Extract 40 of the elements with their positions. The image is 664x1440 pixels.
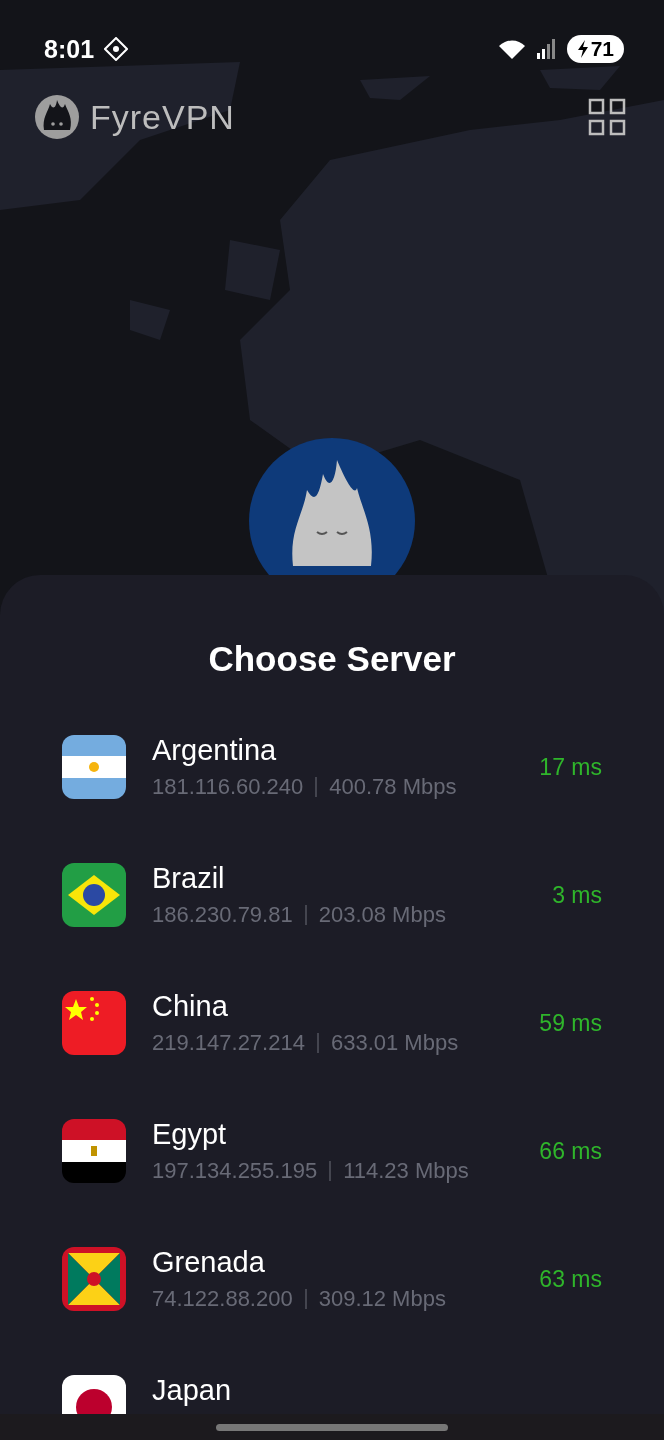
signal-icon [536, 38, 557, 60]
server-row[interactable]: Grenada 74.122.88.200 309.12 Mbps 63 ms [0, 1215, 664, 1343]
ping: 17 ms [539, 753, 602, 781]
speed: 633.01 Mbps [330, 1029, 459, 1056]
speed: 400.78 Mbps [329, 773, 457, 800]
flag-icon [62, 863, 126, 927]
ping: 59 ms [539, 1009, 602, 1037]
country-name: Japan [152, 1374, 232, 1408]
flag-icon [62, 1119, 126, 1183]
ping: 63 ms [539, 1265, 602, 1293]
home-indicator[interactable] [216, 1423, 448, 1431]
country-name: Grenada [152, 1246, 266, 1280]
ping: 3 ms [552, 881, 602, 909]
country-name: China [152, 990, 229, 1024]
ping: 66 ms [539, 1137, 602, 1165]
flame-logo-icon [34, 94, 80, 140]
server-row[interactable]: Egypt 197.134.255.195 114.23 Mbps 66 ms [0, 1087, 664, 1215]
server-row[interactable]: Argentina 181.116.60.240 400.78 Mbps 17 ms [0, 703, 664, 831]
speed: 203.08 Mbps [318, 901, 446, 928]
grid-menu-icon[interactable] [588, 98, 626, 136]
ip-address: 197.134.255.195 [152, 1157, 318, 1184]
battery-indicator: 71 [566, 35, 624, 63]
ip-address: 181.116.60.240 [152, 773, 304, 800]
clock: 8:01 [44, 34, 95, 64]
notification-icon [104, 37, 129, 61]
country-name: Egypt [152, 1118, 228, 1152]
speed: 114.23 Mbps [343, 1157, 469, 1184]
sheet-title: Choose Server [208, 639, 456, 679]
ip-address: 74.122.88.200 [152, 1285, 293, 1312]
flag-icon [62, 991, 126, 1055]
speed: 309.12 Mbps [318, 1285, 446, 1312]
ip-address: 219.147.27.214 [152, 1029, 305, 1056]
app-name: FyreVPN [90, 97, 235, 137]
ip-address: 186.230.79.81 [152, 901, 293, 928]
flag-icon [62, 1247, 126, 1311]
flag-icon [62, 735, 126, 799]
country-name: Argentina [152, 734, 278, 768]
server-row[interactable]: China 219.147.27.214 633.01 Mbps 59 ms [0, 959, 664, 1087]
server-row[interactable]: Brazil 186.230.79.81 203.08 Mbps 3 ms [0, 831, 664, 959]
country-name: Brazil [152, 862, 226, 896]
